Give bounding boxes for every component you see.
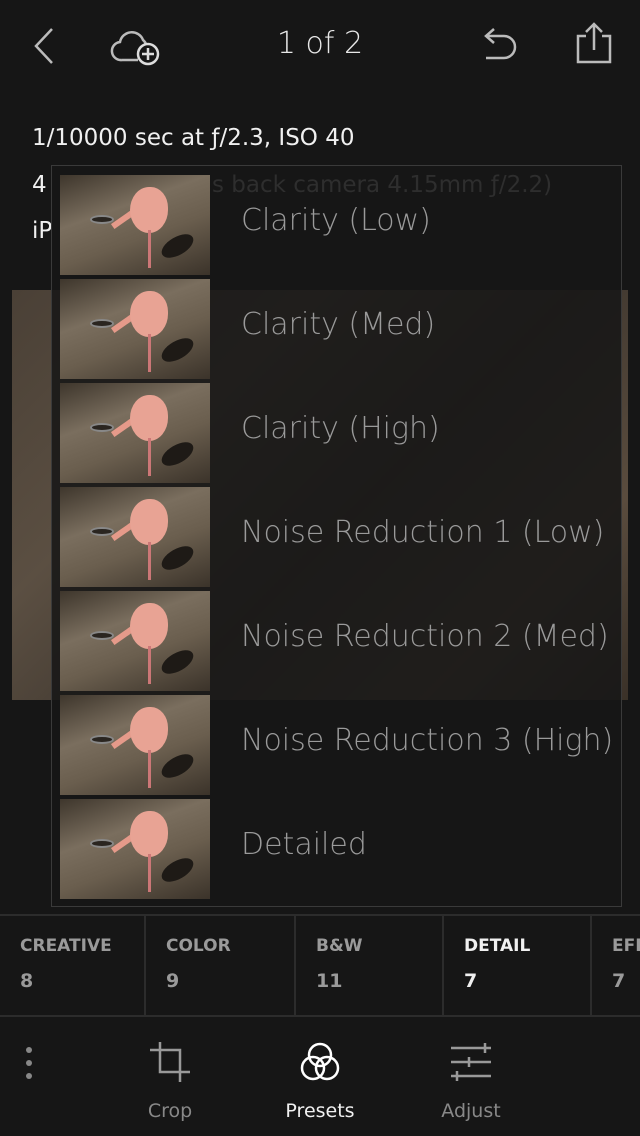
preset-thumbnail xyxy=(60,591,210,691)
category-tab[interactable]: EFF 7 xyxy=(592,916,640,1017)
category-name: DETAIL xyxy=(464,936,531,956)
category-name: EFF xyxy=(612,936,640,956)
category-tab[interactable]: COLOR 9 xyxy=(146,916,296,1017)
preset-thumbnail xyxy=(60,799,210,899)
preset-item[interactable]: Noise Reduction 3 (High) xyxy=(60,695,615,795)
camera-info: s back camera 4.15mm ƒ/2.2) xyxy=(212,172,553,198)
preset-thumbnail xyxy=(60,279,210,379)
preset-thumbnail xyxy=(60,175,210,275)
preset-label: Clarity (Med) xyxy=(241,307,436,342)
cloud-add-icon[interactable] xyxy=(110,28,164,68)
tool-crop[interactable]: Crop xyxy=(110,1040,230,1122)
preset-label: Clarity (High) xyxy=(241,411,440,446)
tool-label: Presets xyxy=(285,1100,355,1122)
share-icon[interactable] xyxy=(574,22,614,66)
crop-icon xyxy=(150,1042,190,1082)
undo-icon[interactable] xyxy=(478,26,520,66)
sliders-icon xyxy=(451,1043,491,1081)
preset-thumbnail xyxy=(60,383,210,483)
preset-thumbnail xyxy=(60,695,210,795)
preset-item[interactable]: Detailed xyxy=(60,799,615,899)
category-name: B&W xyxy=(316,936,363,956)
category-name: CREATIVE xyxy=(20,936,112,956)
preset-item[interactable]: Clarity (Med) xyxy=(60,279,615,379)
category-count: 7 xyxy=(464,970,478,992)
page-counter: 1 of 2 xyxy=(276,26,364,61)
preset-label: Noise Reduction 2 (Med) xyxy=(241,619,609,654)
category-count: 11 xyxy=(316,970,343,992)
category-count: 9 xyxy=(166,970,180,992)
tool-adjust[interactable]: Adjust xyxy=(411,1040,531,1122)
tool-label: Adjust xyxy=(441,1100,501,1122)
preset-item[interactable]: Noise Reduction 1 (Low) xyxy=(60,487,615,587)
preset-label: Noise Reduction 1 (Low) xyxy=(241,515,605,550)
camera-info-prefix: 4 xyxy=(32,172,47,198)
category-name: COLOR xyxy=(166,936,231,956)
preset-label: Detailed xyxy=(241,827,367,862)
category-count: 8 xyxy=(20,970,34,992)
exposure-info: 1/10000 sec at ƒ/2.3, ISO 40 xyxy=(32,125,355,151)
category-count: 7 xyxy=(612,970,626,992)
top-bar: 1 of 2 xyxy=(0,0,640,92)
preset-categories: CREATIVE 8 COLOR 9 B&W 11 DETAIL 7 EFF 7 xyxy=(0,914,640,1017)
presets-icon xyxy=(300,1042,340,1081)
preset-item[interactable]: Clarity (High) xyxy=(60,383,615,483)
category-tab[interactable]: B&W 11 xyxy=(296,916,444,1017)
category-tab[interactable]: CREATIVE 8 xyxy=(0,916,146,1017)
tool-label: Crop xyxy=(147,1100,193,1122)
preset-thumbnail xyxy=(60,487,210,587)
preset-label: Noise Reduction 3 (High) xyxy=(241,723,614,758)
preset-item[interactable]: Noise Reduction 2 (Med) xyxy=(60,591,615,691)
category-tab[interactable]: DETAIL 7 xyxy=(444,916,592,1017)
preset-label: Clarity (Low) xyxy=(241,203,431,238)
tool-presets[interactable]: Presets xyxy=(260,1040,380,1122)
device-info-prefix: iP xyxy=(32,218,53,244)
more-vertical-icon[interactable] xyxy=(22,1044,36,1084)
chevron-left-icon[interactable] xyxy=(30,26,60,66)
presets-list[interactable]: Clarity (Low) Clarity (Med) Clarity (High)… xyxy=(51,165,622,907)
